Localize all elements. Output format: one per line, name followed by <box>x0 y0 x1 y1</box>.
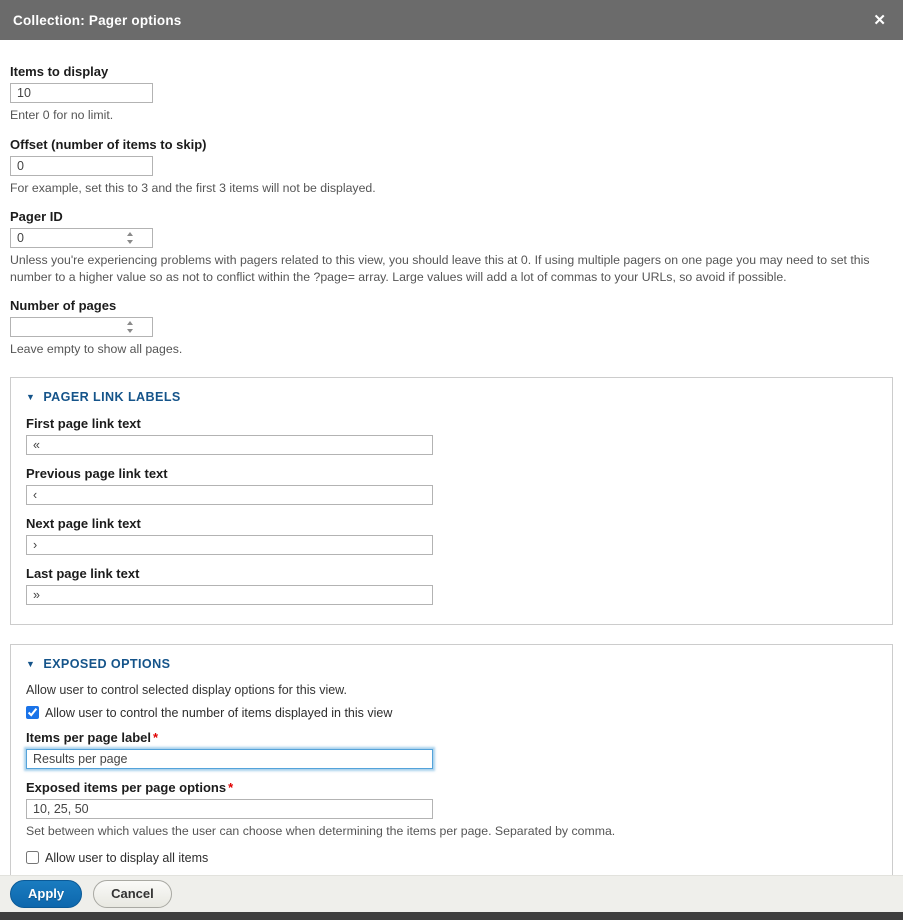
offset-input[interactable] <box>10 156 153 176</box>
offset-label: Offset (number of items to skip) <box>10 137 893 152</box>
items-to-display-help: Enter 0 for no limit. <box>10 107 890 124</box>
background-page-strip <box>0 912 903 920</box>
items-to-display-label: Items to display <box>10 64 893 79</box>
first-page-link-label: First page link text <box>26 416 877 431</box>
collapse-arrow-icon: ▼ <box>26 392 35 402</box>
previous-page-link-label: Previous page link text <box>26 466 877 481</box>
number-of-pages-number-wrap <box>10 317 153 337</box>
previous-page-link-input[interactable] <box>26 485 433 505</box>
checkbox-row-control-items: Allow user to control the number of item… <box>26 706 877 720</box>
last-page-link-input[interactable] <box>26 585 433 605</box>
items-per-page-label-input[interactable] <box>26 749 433 769</box>
last-page-link-label: Last page link text <box>26 566 877 581</box>
form-item-first-page-link: First page link text <box>26 416 877 455</box>
exposed-options-description: Allow user to control selected display o… <box>26 683 877 697</box>
pager-id-number-wrap <box>10 228 153 248</box>
modal-header: Collection: Pager options ✕ <box>0 0 903 40</box>
apply-button[interactable]: Apply <box>10 880 82 908</box>
form-item-last-page-link: Last page link text <box>26 566 877 605</box>
number-spinner-icon[interactable] <box>126 232 134 244</box>
number-of-pages-label: Number of pages <box>10 298 893 313</box>
first-page-link-input[interactable] <box>26 435 433 455</box>
items-per-page-label-label: Items per page label* <box>26 730 877 745</box>
items-to-display-input[interactable] <box>10 83 153 103</box>
form-item-pager-id: Pager ID Unless you're experiencing prob… <box>10 209 893 285</box>
form-item-exposed-items-options: Exposed items per page options* Set betw… <box>26 780 877 840</box>
items-per-page-label-text: Items per page label <box>26 730 151 745</box>
collapse-arrow-icon: ▼ <box>26 659 35 669</box>
pager-id-help: Unless you're experiencing problems with… <box>10 252 890 285</box>
form-item-items-per-page-label: Items per page label* <box>26 730 877 769</box>
pager-id-label: Pager ID <box>10 209 893 224</box>
number-spinner-icon[interactable] <box>126 321 134 333</box>
exposed-options-legend[interactable]: ▼ EXPOSED OPTIONS <box>26 657 877 671</box>
display-all-checkbox-label: Allow user to display all items <box>45 851 208 865</box>
pager-link-labels-legend-text: PAGER LINK LABELS <box>43 390 180 404</box>
required-mark: * <box>153 730 158 745</box>
required-mark: * <box>228 780 233 795</box>
exposed-items-options-label-text: Exposed items per page options <box>26 780 226 795</box>
form-item-items-to-display: Items to display Enter 0 for no limit. <box>10 64 893 124</box>
form-item-number-of-pages: Number of pages Leave empty to show all … <box>10 298 893 358</box>
fieldset-pager-link-labels: ▼ PAGER LINK LABELS First page link text… <box>10 377 893 625</box>
checkbox-row-display-all: Allow user to display all items <box>26 851 877 865</box>
exposed-items-options-help: Set between which values the user can ch… <box>26 823 877 840</box>
form-item-next-page-link: Next page link text <box>26 516 877 555</box>
control-items-checkbox[interactable] <box>26 706 39 719</box>
exposed-items-options-input[interactable] <box>26 799 433 819</box>
next-page-link-label: Next page link text <box>26 516 877 531</box>
close-icon[interactable]: ✕ <box>869 11 890 30</box>
number-of-pages-help: Leave empty to show all pages. <box>10 341 890 358</box>
form-item-previous-page-link: Previous page link text <box>26 466 877 505</box>
modal-title: Collection: Pager options <box>13 13 182 28</box>
fieldset-exposed-options: ▼ EXPOSED OPTIONS Allow user to control … <box>10 644 893 875</box>
offset-help: For example, set this to 3 and the first… <box>10 180 890 197</box>
modal-footer: Apply Cancel <box>0 875 903 912</box>
display-all-checkbox[interactable] <box>26 851 39 864</box>
exposed-options-legend-text: EXPOSED OPTIONS <box>43 657 170 671</box>
pager-link-labels-legend[interactable]: ▼ PAGER LINK LABELS <box>26 390 877 404</box>
form-item-offset: Offset (number of items to skip) For exa… <box>10 137 893 197</box>
next-page-link-input[interactable] <box>26 535 433 555</box>
cancel-button[interactable]: Cancel <box>93 880 172 908</box>
modal-body: Items to display Enter 0 for no limit. O… <box>0 40 903 875</box>
exposed-items-options-label: Exposed items per page options* <box>26 780 877 795</box>
control-items-checkbox-label: Allow user to control the number of item… <box>45 706 392 720</box>
